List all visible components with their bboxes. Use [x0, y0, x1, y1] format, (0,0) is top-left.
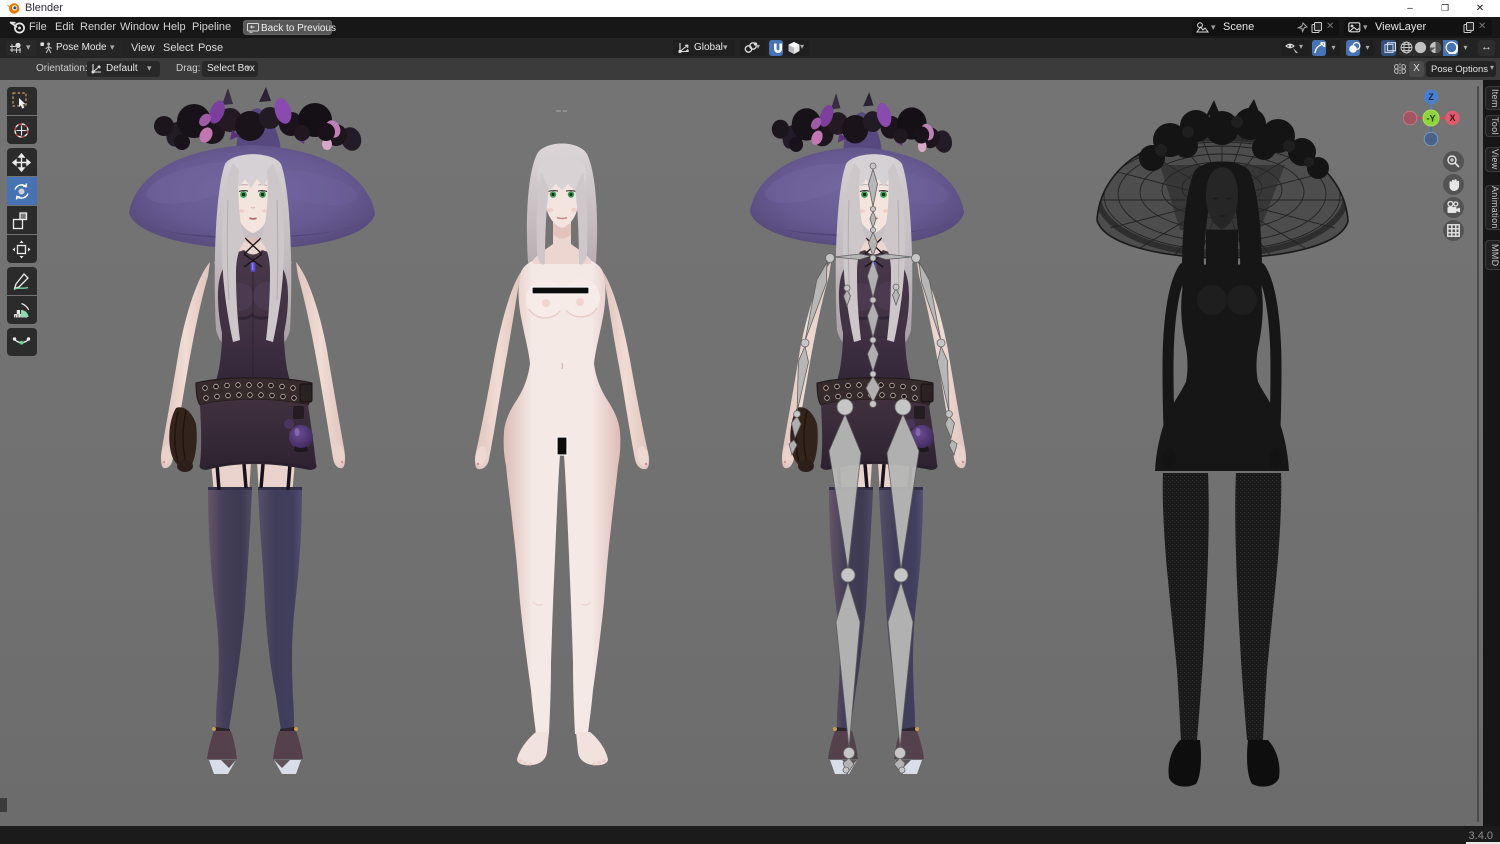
svg-text:-Y: -Y [1427, 114, 1436, 124]
svg-text:X: X [1449, 113, 1455, 123]
svg-text:Z: Z [1428, 92, 1434, 102]
